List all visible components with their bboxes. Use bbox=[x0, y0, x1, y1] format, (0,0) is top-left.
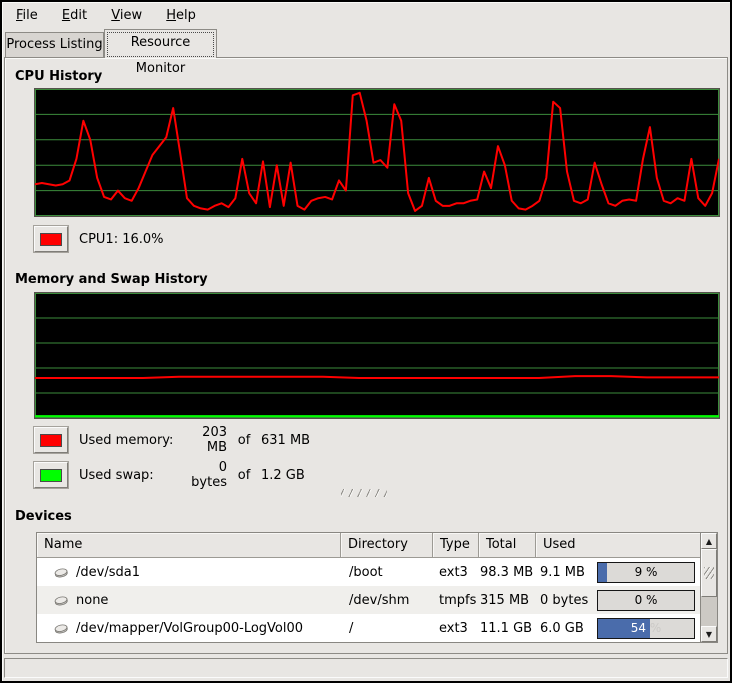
swap-legend-label: Used swap: bbox=[79, 468, 179, 483]
device-type: tmpfs bbox=[433, 593, 479, 608]
memory-color-swatch bbox=[40, 434, 62, 447]
device-name: none bbox=[76, 593, 108, 608]
swap-total-value: 1.2 GB bbox=[261, 468, 305, 483]
used-percent-label: 0 % bbox=[598, 591, 694, 610]
used-progressbar: 9 % 9 % bbox=[597, 562, 695, 583]
pane-resize-grip[interactable] bbox=[341, 489, 387, 497]
memory-legend-row: Used memory: 203 MB of 631 MB bbox=[34, 427, 310, 453]
status-bar bbox=[4, 658, 728, 678]
swap-of-text: of bbox=[227, 468, 261, 483]
memory-legend-label: Used memory: bbox=[79, 433, 179, 448]
device-total: 11.1 GB bbox=[479, 621, 536, 636]
swap-legend-row: Used swap: 0 bytes of 1.2 GB bbox=[34, 462, 305, 488]
disk-icon bbox=[53, 564, 69, 580]
device-total: 98.3 MB bbox=[479, 565, 536, 580]
device-name: /dev/sda1 bbox=[76, 565, 140, 580]
memory-color-button[interactable] bbox=[34, 427, 68, 453]
cpu-legend-label: CPU1: 16.0% bbox=[79, 232, 164, 247]
scroll-down-icon: ▼ bbox=[706, 630, 712, 639]
used-progress-fill: 54 % bbox=[598, 619, 650, 638]
cpu-history-title: CPU History bbox=[15, 69, 102, 84]
used-progress-fill: 9 % bbox=[598, 563, 607, 582]
device-total: 315 MB bbox=[479, 593, 536, 608]
menu-bar: File Edit View Help bbox=[2, 2, 730, 30]
notebook-tabstrip: Process Listing Resource Monitor bbox=[4, 29, 728, 57]
menu-help[interactable]: Help bbox=[156, 2, 206, 28]
disk-icon bbox=[53, 620, 69, 636]
cpu-color-button[interactable] bbox=[34, 226, 68, 252]
menu-view[interactable]: View bbox=[101, 2, 152, 28]
menu-file[interactable]: File bbox=[6, 2, 48, 28]
resource-monitor-page: CPU History CPU1: 16.0% Memory and Swap … bbox=[4, 57, 728, 654]
device-used: 9.1 MB bbox=[540, 565, 585, 580]
swap-color-button[interactable] bbox=[34, 462, 68, 488]
tab-process-listing[interactable]: Process Listing bbox=[5, 32, 104, 57]
header-name[interactable]: Name bbox=[37, 533, 341, 558]
device-directory: /dev/shm bbox=[341, 593, 433, 608]
device-directory: / bbox=[341, 621, 433, 636]
scroll-up-button[interactable]: ▲ bbox=[701, 533, 717, 549]
header-used[interactable]: Used bbox=[536, 533, 700, 558]
tab-resource-monitor-label: Resource Monitor bbox=[131, 35, 191, 76]
device-used: 6.0 GB bbox=[540, 621, 584, 636]
system-monitor-window: File Edit View Help Process Listing Reso… bbox=[2, 2, 730, 681]
memory-total-value: 631 MB bbox=[261, 433, 310, 448]
header-total[interactable]: Total bbox=[479, 533, 536, 558]
used-percent-label: 9 % bbox=[598, 563, 694, 582]
device-type: ext3 bbox=[433, 621, 479, 636]
table-row-none[interactable]: none /dev/shm tmpfs 315 MB 0 bytes 0 % 0… bbox=[37, 586, 700, 614]
swap-used-value: 0 bytes bbox=[179, 460, 227, 490]
scrollbar-grip-icon bbox=[704, 567, 714, 579]
device-name: /dev/mapper/VolGroup00-LogVol00 bbox=[76, 621, 303, 636]
scroll-up-icon: ▲ bbox=[706, 537, 712, 546]
memory-swap-graph bbox=[34, 292, 720, 419]
tab-resource-monitor[interactable]: Resource Monitor bbox=[104, 29, 217, 58]
devices-title: Devices bbox=[15, 509, 72, 524]
scrollbar-track[interactable] bbox=[701, 549, 717, 626]
table-row-volgroup[interactable]: /dev/mapper/VolGroup00-LogVol00 / ext3 1… bbox=[37, 614, 700, 642]
window-frame: File Edit View Help Process Listing Reso… bbox=[0, 0, 732, 683]
header-type[interactable]: Type bbox=[433, 533, 479, 558]
device-type: ext3 bbox=[433, 565, 479, 580]
memory-of-text: of bbox=[227, 433, 261, 448]
disk-icon bbox=[53, 592, 69, 608]
swap-color-swatch bbox=[40, 469, 62, 482]
devices-vertical-scrollbar[interactable]: ▲ ▼ bbox=[700, 533, 717, 642]
used-progressbar: 54 % 54 % bbox=[597, 618, 695, 639]
memory-used-value: 203 MB bbox=[179, 425, 227, 455]
scrollbar-thumb[interactable] bbox=[701, 549, 717, 597]
menu-edit[interactable]: Edit bbox=[52, 2, 97, 28]
device-used: 0 bytes bbox=[540, 593, 588, 608]
table-row-dev-sda1[interactable]: /dev/sda1 /boot ext3 98.3 MB 9.1 MB 9 % … bbox=[37, 558, 700, 586]
devices-table-body: Name Directory Type Total Used /dev/sda1… bbox=[37, 533, 700, 642]
cpu-legend-row: CPU1: 16.0% bbox=[34, 226, 164, 252]
devices-header-row: Name Directory Type Total Used bbox=[37, 533, 700, 558]
cpu-history-graph bbox=[34, 88, 720, 217]
devices-table: Name Directory Type Total Used /dev/sda1… bbox=[36, 532, 718, 643]
header-directory[interactable]: Directory bbox=[341, 533, 433, 558]
scroll-down-button[interactable]: ▼ bbox=[701, 626, 717, 642]
cpu-color-swatch bbox=[40, 233, 62, 246]
memory-swap-title: Memory and Swap History bbox=[15, 272, 208, 287]
used-progressbar: 0 % 0 % bbox=[597, 590, 695, 611]
device-directory: /boot bbox=[341, 565, 433, 580]
